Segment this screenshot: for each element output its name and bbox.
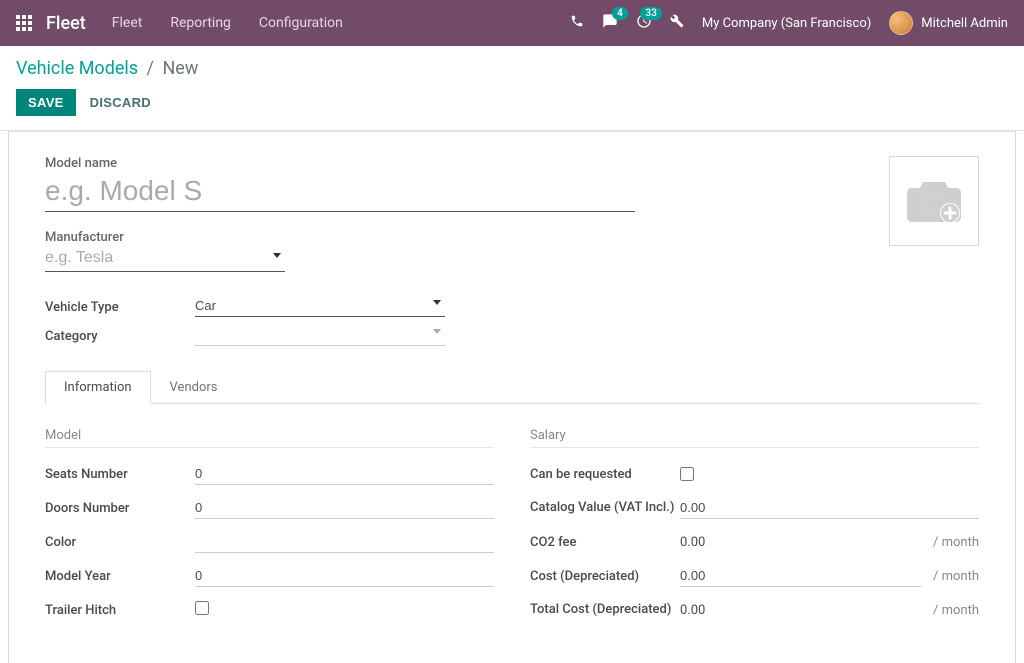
tools-icon[interactable]	[670, 14, 684, 32]
save-button[interactable]: SAVE	[16, 89, 76, 116]
manufacturer-label: Manufacturer	[45, 230, 979, 245]
section-salary-title: Salary	[530, 428, 979, 448]
model-name-label: Model name	[45, 156, 979, 171]
nav-menu-configuration[interactable]: Configuration	[259, 15, 343, 31]
section-model-title: Model	[45, 428, 494, 448]
tab-pane-information: Model Seats Number Doors Number Color Mo…	[45, 404, 979, 632]
vehicle-type-label: Vehicle Type	[45, 296, 195, 315]
camera-plus-icon	[906, 178, 962, 224]
trailer-label: Trailer Hitch	[45, 603, 195, 618]
breadcrumb: Vehicle Models / New	[16, 58, 1008, 79]
activities-icon[interactable]: 33	[636, 13, 652, 33]
total-unit: / month	[933, 603, 979, 618]
requested-label: Can be requested	[530, 467, 680, 482]
year-input[interactable]	[195, 566, 494, 587]
tabs: Information Vendors	[45, 370, 979, 404]
doors-label: Doors Number	[45, 501, 195, 516]
category-select[interactable]	[195, 325, 445, 346]
trailer-checkbox[interactable]	[195, 601, 209, 615]
app-brand[interactable]: Fleet	[46, 13, 86, 34]
user-name: Mitchell Admin	[921, 16, 1008, 31]
phone-icon[interactable]	[570, 14, 584, 32]
breadcrumb-parent[interactable]: Vehicle Models	[16, 58, 138, 79]
year-label: Model Year	[45, 569, 195, 584]
catalog-label: Catalog Value (VAT Incl.)	[530, 500, 680, 517]
seats-input[interactable]	[195, 464, 494, 485]
doors-input[interactable]	[195, 498, 494, 519]
co2-value: 0.00	[680, 535, 921, 550]
catalog-input[interactable]	[680, 498, 979, 519]
activities-badge: 33	[640, 7, 661, 20]
form-sheet: Model name Manufacturer Vehicle Type Cat…	[8, 131, 1016, 663]
top-navbar: Fleet Fleet Reporting Configuration 4 33…	[0, 0, 1024, 46]
cost-unit: / month	[933, 569, 979, 584]
messages-icon[interactable]: 4	[602, 13, 618, 33]
manufacturer-input[interactable]	[45, 247, 285, 272]
vehicle-type-select[interactable]	[195, 296, 445, 317]
avatar	[889, 11, 913, 35]
total-label: Total Cost (Depreciated)	[530, 602, 680, 619]
nav-menu-fleet[interactable]: Fleet	[112, 15, 143, 31]
co2-unit: / month	[933, 535, 979, 550]
company-selector[interactable]: My Company (San Francisco)	[702, 16, 871, 31]
category-label: Category	[45, 325, 195, 344]
control-panel: Vehicle Models / New SAVE DISCARD	[0, 46, 1024, 131]
user-menu[interactable]: Mitchell Admin	[889, 11, 1008, 35]
content-scroll[interactable]: Model name Manufacturer Vehicle Type Cat…	[0, 131, 1024, 663]
cost-label: Cost (Depreciated)	[530, 569, 680, 584]
messages-badge: 4	[612, 7, 628, 20]
color-label: Color	[45, 535, 195, 550]
cost-input[interactable]	[680, 566, 921, 587]
tab-information[interactable]: Information	[45, 371, 151, 404]
nav-menu: Fleet Reporting Configuration	[112, 15, 343, 31]
apps-icon[interactable]	[16, 15, 32, 31]
co2-label: CO2 fee	[530, 535, 680, 550]
nav-menu-reporting[interactable]: Reporting	[170, 15, 231, 31]
tab-vendors[interactable]: Vendors	[151, 371, 237, 404]
discard-button[interactable]: DISCARD	[90, 95, 151, 110]
model-name-input[interactable]	[45, 173, 635, 212]
breadcrumb-current: New	[162, 58, 198, 79]
color-input[interactable]	[195, 532, 494, 553]
seats-label: Seats Number	[45, 467, 195, 482]
requested-checkbox[interactable]	[680, 467, 694, 481]
total-value: 0.00	[680, 603, 921, 618]
image-upload[interactable]	[889, 156, 979, 246]
